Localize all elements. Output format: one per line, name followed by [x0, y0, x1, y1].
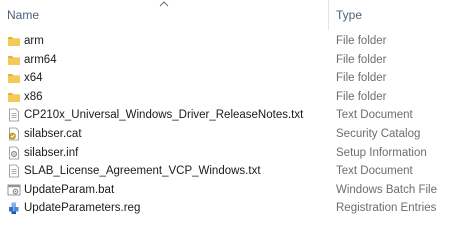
file-type: Security Catalog: [336, 127, 421, 140]
folder-icon: [8, 37, 20, 46]
folder-icon: [8, 74, 20, 84]
file-type: File folder: [336, 72, 387, 85]
list-item[interactable]: UpdateParameters.reg Registration Entrie…: [0, 199, 466, 218]
file-type: File folder: [336, 53, 387, 66]
file-type: Registration Entries: [336, 202, 437, 215]
file-type: Setup Information: [336, 146, 427, 159]
file-list: arm File folder arm64 File folder x64 Fi…: [0, 32, 466, 218]
file-name: x64: [24, 72, 43, 85]
column-header-bar: Name Type: [0, 0, 466, 30]
folder-icon: [8, 55, 20, 65]
file-name: silabser.inf: [24, 146, 79, 159]
text-document-icon: [9, 164, 19, 178]
file-name: x86: [24, 90, 43, 103]
file-name: silabser.cat: [24, 127, 82, 140]
list-item[interactable]: UpdateParam.bat Windows Batch File: [0, 181, 466, 200]
file-name: UpdateParameters.reg: [24, 202, 141, 215]
file-name: arm: [24, 35, 44, 47]
file-name: SLAB_License_Agreement_VCP_Windows.txt: [24, 165, 261, 178]
file-type: Text Document: [336, 109, 413, 122]
column-header-name[interactable]: Name: [0, 0, 328, 30]
list-item[interactable]: arm File folder: [0, 32, 466, 51]
file-type: File folder: [336, 35, 387, 47]
batch-file-icon: [7, 184, 21, 196]
file-name: CP210x_Universal_Windows_Driver_ReleaseN…: [24, 109, 304, 122]
setup-information-icon: [9, 146, 19, 159]
file-type: Text Document: [336, 165, 413, 178]
security-catalog-icon: [9, 127, 19, 141]
list-item[interactable]: arm64 File folder: [0, 51, 466, 70]
list-item[interactable]: x86 File folder: [0, 88, 466, 107]
registry-icon: [9, 202, 19, 215]
column-header-type-label: Type: [336, 8, 363, 22]
list-item[interactable]: silabser.cat Security Catalog: [0, 125, 466, 144]
file-list-pane: Name Type arm File folder arm64 File fol…: [0, 0, 466, 242]
list-item[interactable]: SLAB_License_Agreement_VCP_Windows.txt T…: [0, 162, 466, 181]
text-document-icon: [9, 108, 19, 122]
folder-icon: [8, 92, 20, 102]
list-item[interactable]: silabser.inf Setup Information: [0, 144, 466, 163]
file-name: UpdateParam.bat: [24, 183, 115, 196]
file-type: Windows Batch File: [336, 183, 437, 196]
list-item[interactable]: x64 File folder: [0, 69, 466, 88]
file-type: File folder: [336, 90, 387, 103]
list-item[interactable]: CP210x_Universal_Windows_Driver_ReleaseN…: [0, 106, 466, 125]
column-header-name-label: Name: [7, 8, 40, 22]
file-name: arm64: [24, 53, 57, 66]
column-header-type[interactable]: Type: [329, 0, 466, 30]
